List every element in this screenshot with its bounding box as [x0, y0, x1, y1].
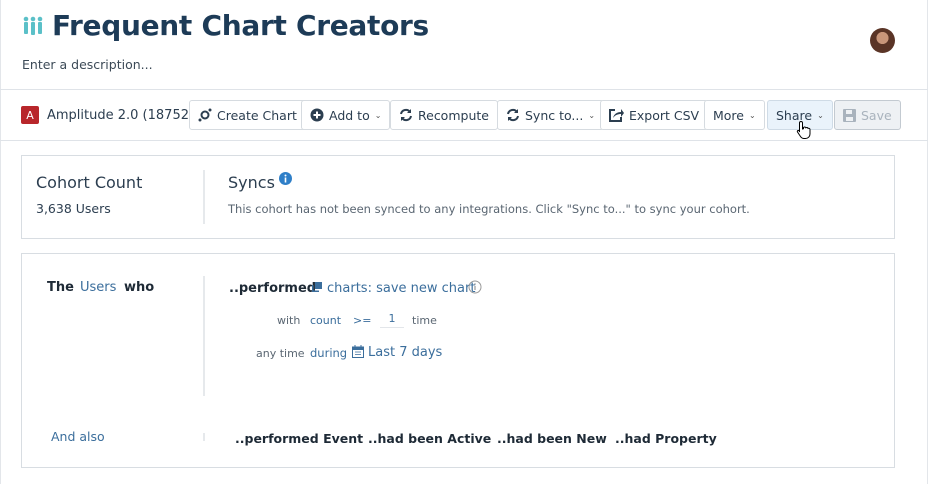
add-to-label: Add to [329, 107, 370, 123]
the-label: The [47, 280, 74, 295]
description-input[interactable]: Enter a description... [22, 57, 153, 72]
create-chart-button[interactable]: Create Chart [189, 100, 306, 130]
summary-card: Cohort Count 3,638 Users Syncs This coho… [21, 155, 895, 239]
count-value-input[interactable]: 1 [380, 312, 404, 328]
cohort-count-value: 3,638 Users [36, 201, 111, 216]
chart-link-icon [198, 108, 212, 122]
recompute-button[interactable]: Recompute [390, 100, 498, 130]
save-button[interactable]: Save [834, 100, 901, 130]
refresh-icon [400, 108, 412, 122]
page-title[interactable]: Frequent Chart Creators [52, 9, 429, 42]
sync-to-button[interactable]: Sync to... ⌄ [497, 100, 605, 130]
option-had-been-new[interactable]: ..had been New [497, 431, 607, 446]
divider [0, 140, 928, 141]
add-to-button[interactable]: Add to ⌄ [301, 100, 391, 130]
calendar-icon [352, 345, 364, 358]
sync-icon [507, 108, 519, 122]
divider [203, 433, 205, 441]
export-csv-label: Export CSV [629, 107, 700, 123]
plus-circle-icon [310, 108, 324, 122]
project-name: Amplitude 2.0 (187520) [47, 107, 203, 123]
definition-card: The Users who ..performed charts: save n… [21, 253, 895, 468]
syncs-text: This cohort has not been synced to any i… [228, 202, 750, 216]
save-icon [843, 108, 856, 122]
performed-label: ..performed [229, 281, 317, 296]
more-label: More [713, 107, 744, 123]
option-had-been-active[interactable]: ..had been Active [368, 431, 491, 446]
export-csv-button[interactable]: Export CSV [600, 100, 709, 130]
who-label: who [124, 280, 155, 295]
hand-cursor-icon [796, 120, 811, 139]
users-icon [23, 16, 43, 35]
recompute-label: Recompute [418, 107, 489, 123]
during-selector[interactable]: during [310, 346, 347, 360]
project-badge: A [21, 106, 39, 124]
chevron-down-icon: ⌄ [749, 110, 756, 120]
operator-selector[interactable]: >= [353, 314, 371, 327]
any-time-label: any time [256, 347, 305, 360]
create-chart-label: Create Chart [217, 107, 297, 123]
export-icon [609, 109, 624, 122]
and-also-label: And also [51, 429, 105, 444]
divider [0, 89, 928, 90]
option-had-property[interactable]: ..had Property [615, 431, 717, 446]
divider [203, 170, 205, 224]
project-selector[interactable]: A Amplitude 2.0 (187520) [21, 106, 202, 124]
option-performed-event[interactable]: ..performed Event [235, 431, 363, 446]
event-selector[interactable]: charts: save new chart [327, 281, 475, 296]
save-label: Save [861, 107, 892, 123]
users-selector[interactable]: Users [80, 280, 116, 295]
avatar[interactable] [870, 28, 895, 53]
syncs-title: Syncs [228, 173, 275, 192]
chevron-down-icon: ⌄ [817, 110, 824, 120]
chevron-down-icon: ⌄ [374, 110, 382, 120]
more-button[interactable]: More ⌄ [704, 100, 765, 130]
time-label: time [412, 314, 437, 327]
info-icon[interactable] [279, 172, 292, 185]
with-label: with [277, 314, 301, 327]
count-selector[interactable]: count [310, 314, 341, 327]
divider [203, 276, 205, 396]
event-icon [312, 282, 322, 292]
info-outline-icon[interactable] [468, 280, 482, 294]
sync-to-label: Sync to... [525, 107, 584, 123]
chevron-down-icon: ⌄ [588, 110, 596, 120]
cohort-count-title: Cohort Count [36, 173, 143, 192]
date-range-selector[interactable]: Last 7 days [368, 345, 442, 360]
